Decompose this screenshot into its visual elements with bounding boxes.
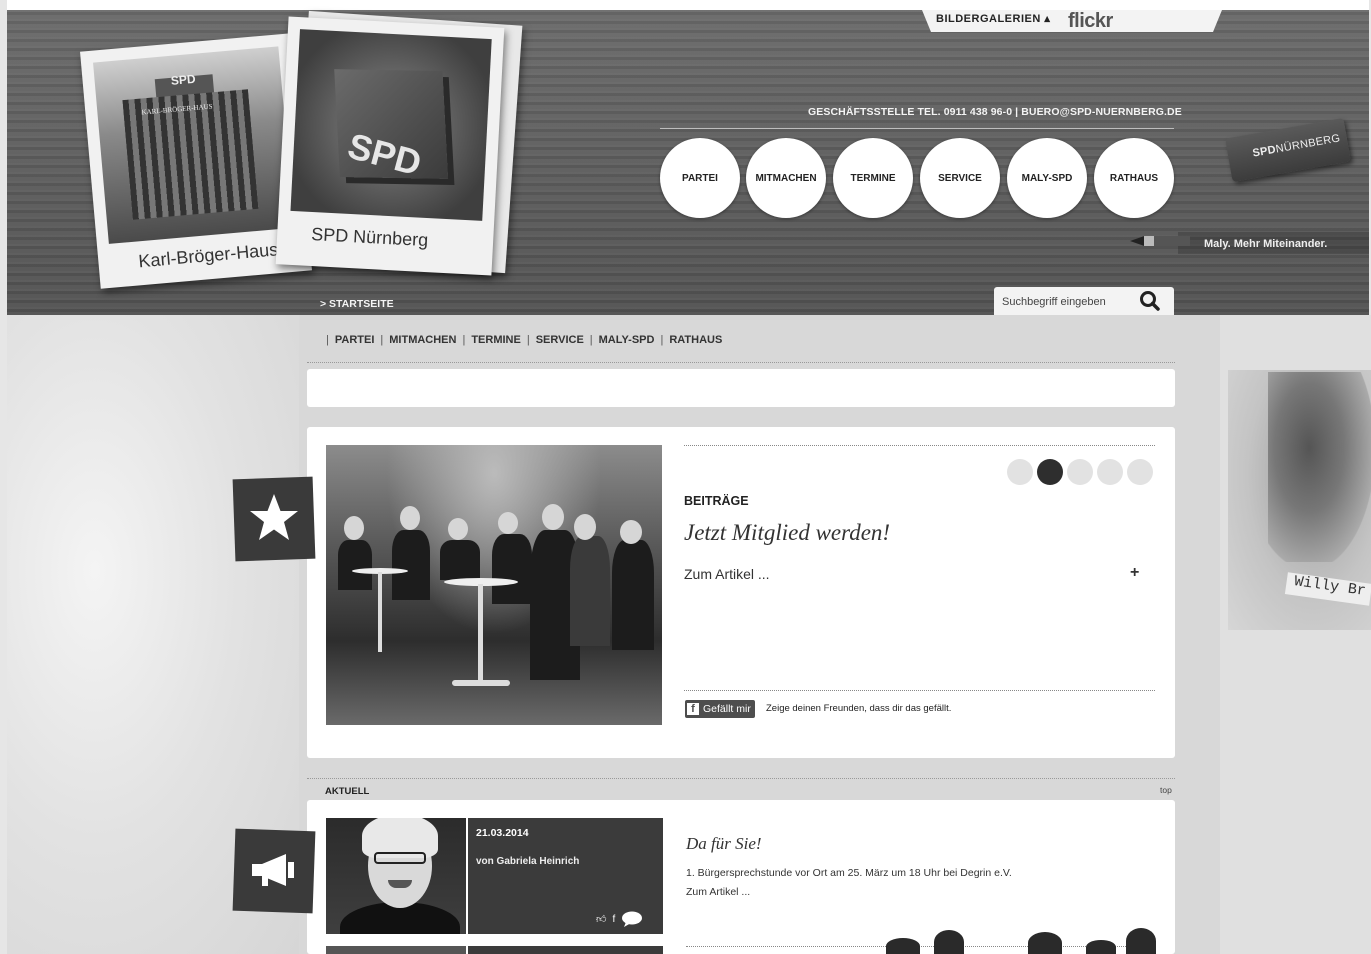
nav-circle-rathaus[interactable]: RATHAUS [1094, 138, 1174, 218]
next-news-photo[interactable] [326, 946, 466, 954]
slider-dot-2[interactable] [1037, 459, 1063, 485]
slider-dot-3[interactable] [1067, 459, 1093, 485]
slider-dot-4[interactable] [1097, 459, 1123, 485]
subnav-item-mitmachen[interactable]: MITMACHEN [389, 334, 456, 346]
news-excerpt: 1. Bürgersprechstunde vor Ort am 25. Mär… [686, 867, 1012, 879]
facebook-icon[interactable]: f [612, 914, 615, 925]
comment-icon[interactable] [621, 911, 643, 927]
nav-circle-mitmachen[interactable]: MITMACHEN [746, 138, 826, 218]
divider [307, 778, 1175, 779]
feature-category: BEITRÄGE [684, 494, 749, 508]
megaphone-icon [252, 854, 294, 886]
search-input[interactable] [1002, 292, 1130, 312]
nav-circle-termine[interactable]: TERMINE [833, 138, 913, 218]
polaroid-spd-nuernberg[interactable]: SPD SPD Nürnberg [275, 16, 505, 276]
divider [684, 445, 1155, 446]
divider [684, 690, 1155, 691]
news-title[interactable]: Da für Sie! [686, 834, 762, 854]
portrait-image [1268, 372, 1371, 562]
breadcrumb[interactable]: > STARTSEITE [320, 298, 394, 310]
divider [660, 128, 1174, 129]
nav-circle-service[interactable]: SERVICE [920, 138, 1000, 218]
nav-circle-maly-spd[interactable]: MALY-SPD [1007, 138, 1087, 218]
slider-dot-5[interactable] [1127, 459, 1153, 485]
subnav-item-service[interactable]: SERVICE [536, 334, 584, 346]
star-icon [250, 494, 298, 540]
feature-title[interactable]: Jetzt Mitglied werden! [684, 520, 890, 546]
thumbs-up-icon[interactable]: 👍︎ [596, 913, 606, 925]
news-date: 21.03.2014 [476, 827, 529, 839]
facebook-like-button[interactable]: f Gefällt mir [685, 700, 755, 718]
building-photo: SPD KARL-BRÖGER-HAUS [93, 46, 295, 244]
crowd-silhouette [886, 938, 920, 954]
expand-plus-icon[interactable]: + [1130, 564, 1139, 582]
read-more-link[interactable]: Zum Artikel ... [686, 886, 750, 898]
back-to-top-link[interactable]: top [1160, 785, 1172, 795]
empty-panel [307, 369, 1175, 407]
facebook-like-label: Gefällt mir [703, 703, 751, 715]
subnav-item-rathaus[interactable]: RATHAUS [669, 334, 722, 346]
polaroid-caption: SPD Nürnberg [310, 224, 429, 251]
author-photo[interactable] [326, 818, 466, 934]
building-spd-sign: SPD [170, 71, 197, 88]
sub-navigation: | PARTEI | MITMACHEN | TERMINE | SERVICE… [326, 334, 723, 346]
subnav-item-partei[interactable]: PARTEI [335, 334, 375, 346]
search-icon[interactable] [1138, 290, 1162, 312]
read-more-link[interactable]: Zum Artikel ... [684, 566, 770, 582]
section-heading: AKTUELL [325, 786, 370, 797]
next-news-meta [468, 946, 663, 954]
spd-cube-photo: SPD [290, 29, 492, 221]
slider-dot-1[interactable] [1007, 459, 1033, 485]
subnav-item-termine[interactable]: TERMINE [471, 334, 521, 346]
contact-line[interactable]: GESCHÄFTSSTELLE TEL. 0911 438 96-0 | BUE… [808, 106, 1182, 118]
polaroid-caption: Karl-Bröger-Haus [137, 239, 279, 272]
divider [307, 362, 1175, 363]
flickr-logo[interactable]: flickr [1068, 10, 1113, 33]
tagline: Maly. Mehr Miteinander. [1204, 238, 1328, 250]
top-strip [7, 0, 1369, 10]
subnav-item-maly-spd[interactable]: MALY-SPD [599, 334, 655, 346]
gallery-link[interactable]: BILDERGALERIEN ▴ [936, 12, 1050, 25]
facebook-icon: f [687, 703, 699, 715]
news-author: von Gabriela Heinrich [476, 856, 580, 867]
social-icons: 👍︎ f [596, 911, 643, 927]
nav-circle-partei[interactable]: PARTEI [660, 138, 740, 218]
facebook-like-text: Zeige deinen Freunden, dass dir das gefä… [766, 703, 952, 714]
